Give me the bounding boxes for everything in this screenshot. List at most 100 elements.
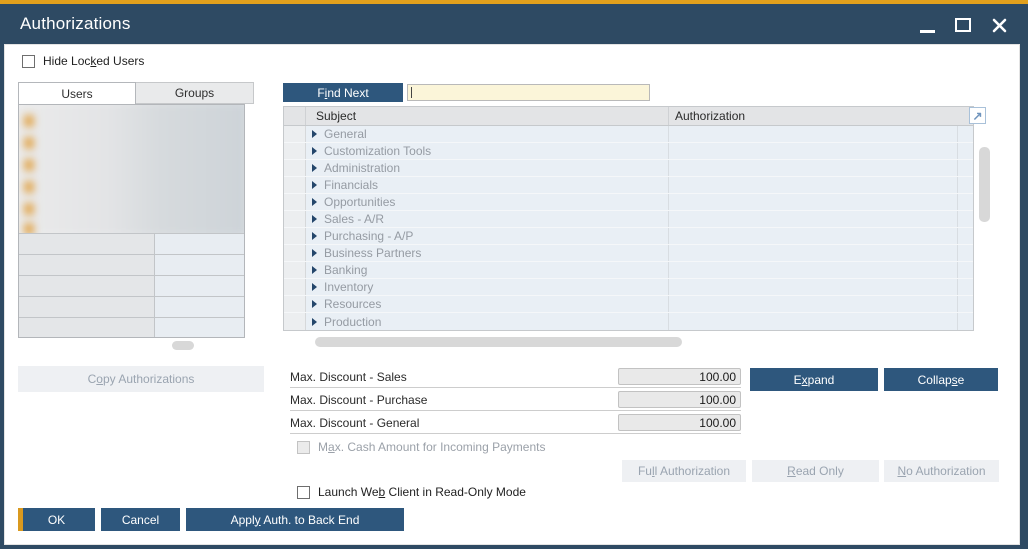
hide-locked-users-checkbox[interactable]: [22, 54, 35, 68]
authorization-cell[interactable]: [669, 177, 958, 193]
expand-arrow-icon[interactable]: [312, 300, 317, 308]
user-icon: [24, 181, 34, 193]
table-row-opportunities[interactable]: Opportunities: [284, 194, 973, 211]
table-row-inventory[interactable]: Inventory: [284, 279, 973, 296]
close-button[interactable]: [988, 14, 1010, 36]
row-selector[interactable]: [284, 160, 306, 176]
authorization-cell[interactable]: [669, 296, 958, 312]
user-list-panel[interactable]: [18, 104, 245, 338]
column-header-subject[interactable]: Subject: [306, 107, 669, 125]
maximize-grid-button[interactable]: ↗: [969, 107, 986, 124]
authorization-cell[interactable]: [669, 313, 958, 330]
expand-arrow-icon[interactable]: [312, 164, 317, 172]
expand-arrow-icon[interactable]: [312, 249, 317, 257]
cancel-button[interactable]: Cancel: [101, 508, 180, 531]
no-authorization-button[interactable]: No Authorization: [884, 460, 999, 482]
user-icon: [24, 115, 34, 127]
apply-auth-back-end-button[interactable]: Apply Auth. to Back End: [186, 508, 404, 531]
table-row-sales-ar[interactable]: Sales - A/R: [284, 211, 973, 228]
expand-arrow-icon[interactable]: [312, 181, 317, 189]
find-next-button[interactable]: Find Next: [283, 83, 403, 102]
authorization-cell[interactable]: [669, 279, 958, 295]
expand-arrow-icon[interactable]: [312, 283, 317, 291]
table-row-production[interactable]: Production: [284, 313, 973, 330]
copy-authorizations-button[interactable]: Copy Authorizations: [18, 366, 264, 392]
expand-arrow-icon[interactable]: [312, 317, 317, 326]
authorization-cell[interactable]: [669, 262, 958, 278]
table-row-business-partners[interactable]: Business Partners: [284, 245, 973, 262]
authorization-cell[interactable]: [669, 245, 958, 261]
max-discount-general-label: Max. Discount - General: [290, 415, 420, 430]
user-list-row[interactable]: [19, 297, 244, 318]
read-only-button[interactable]: Read Only: [752, 460, 879, 482]
tab-users-label: Users: [61, 86, 93, 101]
authorization-cell[interactable]: [669, 228, 958, 244]
default-button-indicator: [18, 508, 23, 531]
table-row-customization-tools[interactable]: Customization Tools: [284, 143, 973, 160]
table-row-purchasing-ap[interactable]: Purchasing - A/P: [284, 228, 973, 245]
max-discount-sales-row: Max. Discount - Sales 100.00: [290, 366, 741, 388]
authorization-cell[interactable]: [669, 126, 958, 142]
table-vscrollbar-thumb[interactable]: [979, 147, 990, 222]
row-selector[interactable]: [284, 296, 306, 312]
window-controls: [916, 14, 1010, 36]
expand-arrow-icon[interactable]: [312, 147, 317, 155]
max-discount-purchase-field[interactable]: 100.00: [618, 391, 741, 408]
user-list-row[interactable]: [19, 255, 244, 276]
user-list-hscrollbar-thumb[interactable]: [172, 341, 194, 350]
max-discount-general-field[interactable]: 100.00: [618, 414, 741, 431]
user-list-row[interactable]: [19, 234, 244, 255]
authorization-cell[interactable]: [669, 143, 958, 159]
max-discount-sales-field[interactable]: 100.00: [618, 368, 741, 385]
table-row-general[interactable]: General: [284, 126, 973, 143]
column-header-authorization[interactable]: Authorization: [669, 107, 973, 125]
user-cell: [155, 255, 244, 275]
row-selector[interactable]: [284, 143, 306, 159]
row-end-cell: [958, 126, 973, 142]
row-label: Business Partners: [324, 246, 422, 260]
table-row-banking[interactable]: Banking: [284, 262, 973, 279]
authorization-cell[interactable]: [669, 194, 958, 210]
user-cell: [19, 297, 155, 317]
launch-web-client-checkbox[interactable]: [297, 485, 310, 499]
minimize-icon: [919, 29, 935, 33]
row-selector[interactable]: [284, 279, 306, 295]
table-row-financials[interactable]: Financials: [284, 177, 973, 194]
user-cell: [155, 276, 244, 296]
row-selector[interactable]: [284, 126, 306, 142]
table-row-administration[interactable]: Administration: [284, 160, 973, 177]
row-selector[interactable]: [284, 245, 306, 261]
table-row-resources[interactable]: Resources: [284, 296, 973, 313]
row-selector[interactable]: [284, 228, 306, 244]
expand-arrow-icon[interactable]: [312, 232, 317, 240]
max-cash-checkbox[interactable]: [297, 440, 310, 454]
tab-groups[interactable]: Groups: [136, 82, 254, 104]
ok-button[interactable]: OK: [18, 508, 95, 531]
expand-arrow-icon[interactable]: [312, 215, 317, 223]
expand-label: Expand: [793, 372, 835, 387]
authorization-cell[interactable]: [669, 211, 958, 227]
expand-arrow-icon[interactable]: [312, 130, 317, 138]
row-label: Customization Tools: [324, 144, 432, 158]
full-authorization-button[interactable]: Full Authorization: [622, 460, 746, 482]
expand-arrow-icon[interactable]: [312, 266, 317, 274]
expand-button[interactable]: Expand: [750, 368, 878, 391]
maximize-button[interactable]: [952, 14, 974, 36]
table-header: Subject Authorization: [284, 107, 973, 126]
table-hscrollbar-thumb[interactable]: [315, 337, 682, 347]
authorization-cell[interactable]: [669, 160, 958, 176]
row-selector[interactable]: [284, 313, 306, 330]
user-list-row[interactable]: [19, 318, 244, 337]
expand-arrow-icon[interactable]: [312, 198, 317, 206]
minimize-button[interactable]: [916, 14, 938, 36]
collapse-button[interactable]: Collapse: [884, 368, 998, 391]
row-selector[interactable]: [284, 211, 306, 227]
tab-users[interactable]: Users: [18, 82, 136, 104]
row-selector[interactable]: [284, 262, 306, 278]
user-list-row[interactable]: [19, 276, 244, 297]
row-selector[interactable]: [284, 194, 306, 210]
row-label: Purchasing - A/P: [324, 229, 414, 243]
search-input[interactable]: [407, 84, 650, 101]
row-selector[interactable]: [284, 177, 306, 193]
row-label: Inventory: [324, 280, 374, 294]
